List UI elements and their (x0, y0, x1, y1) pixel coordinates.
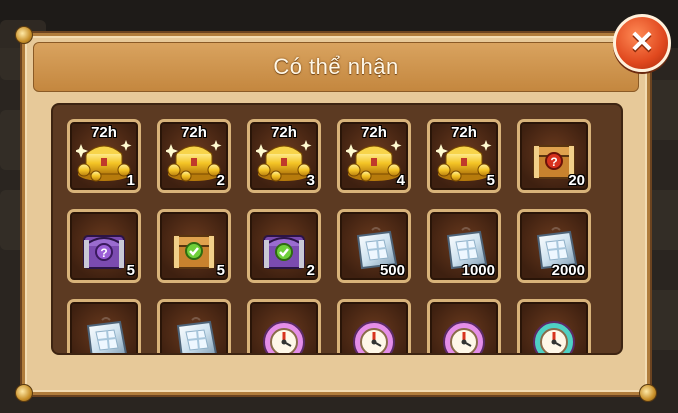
silver-crystal-pack-icon (76, 316, 132, 353)
gold-chest-icon (434, 136, 492, 182)
corner-ornament (15, 384, 33, 402)
pink-clock-token-icon (256, 316, 312, 353)
slot-count: 1000 (461, 262, 495, 279)
reward-slot[interactable] (67, 299, 141, 353)
reward-slot[interactable]: 1000 (427, 209, 501, 283)
gold-chest-icon (254, 136, 312, 182)
corner-ornament (639, 384, 657, 402)
slot-count: 5 (216, 262, 225, 279)
slot-timer: 72h (181, 124, 207, 141)
reward-slot[interactable]: 2 (247, 209, 321, 283)
slot-timer: 72h (451, 124, 477, 141)
reward-slot[interactable]: 72h 1 (67, 119, 141, 193)
pink-clock-token-icon (436, 316, 492, 353)
gold-chest-icon (74, 136, 132, 182)
close-button[interactable]: ✕ (613, 14, 671, 72)
slot-count: 3 (306, 172, 315, 189)
slot-count: 4 (396, 172, 405, 189)
reward-slot[interactable] (337, 299, 411, 353)
reward-slot[interactable]: ? 5 (67, 209, 141, 283)
slot-count: 2 (216, 172, 225, 189)
corner-ornament (15, 26, 33, 44)
mystery-purple-chest-icon: ? (76, 226, 132, 272)
reward-slot[interactable]: 72h 4 (337, 119, 411, 193)
svg-text:?: ? (100, 246, 107, 260)
slot-count: 500 (379, 262, 405, 279)
gold-chest-icon (344, 136, 402, 182)
close-icon: ✕ (629, 26, 655, 59)
silver-crystal-pack-icon (166, 316, 222, 353)
slot-count: 1 (126, 172, 135, 189)
slot-timer: 72h (361, 124, 387, 141)
slot-count: 2 (306, 262, 315, 279)
slot-count: 5 (486, 172, 495, 189)
slot-count: 5 (126, 262, 135, 279)
reward-grid: 72h 1 72h 2 72h 3 72h 4 72h 5 ? 20 ? 5 5… (51, 103, 623, 355)
reward-slot[interactable]: 2000 (517, 209, 591, 283)
svg-text:?: ? (550, 155, 557, 169)
dialog-title: Có thể nhận (273, 54, 399, 79)
checked-purple-chest-icon (256, 226, 312, 272)
reward-slot[interactable] (517, 299, 591, 353)
slot-count: 20 (568, 172, 585, 189)
reward-slot[interactable]: 5 (157, 209, 231, 283)
reward-slot[interactable]: 72h 2 (157, 119, 231, 193)
reward-slot[interactable] (427, 299, 501, 353)
slot-count: 2000 (551, 262, 585, 279)
checked-wooden-chest-icon (166, 226, 222, 272)
slot-timer: 72h (271, 124, 297, 141)
pink-clock-token-icon (346, 316, 402, 353)
reward-slot[interactable] (157, 299, 231, 353)
reward-slot[interactable] (247, 299, 321, 353)
dialog-title-bar: Có thể nhận (33, 42, 639, 92)
slot-timer: 72h (91, 124, 117, 141)
cyan-clock-token-icon (526, 316, 582, 353)
reward-slot[interactable]: 500 (337, 209, 411, 283)
reward-slot[interactable]: 72h 5 (427, 119, 501, 193)
reward-slot[interactable]: ? 20 (517, 119, 591, 193)
reward-slot[interactable]: 72h 3 (247, 119, 321, 193)
gold-chest-icon (164, 136, 222, 182)
